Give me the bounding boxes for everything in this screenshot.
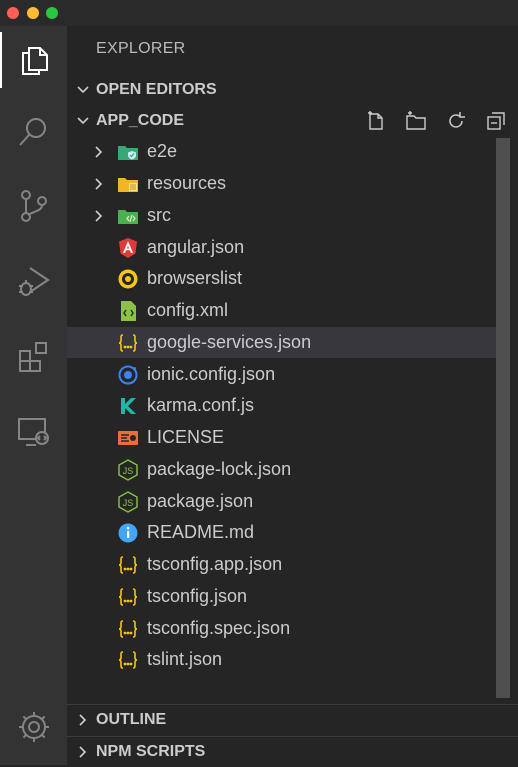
tree-item-label: ionic.config.json: [147, 364, 276, 384]
json-icon: [117, 332, 139, 354]
refresh-icon[interactable]: [444, 109, 468, 133]
svg-text:JS: JS: [123, 466, 134, 476]
tree-item-label: browserslist: [147, 268, 243, 288]
chevron-down-icon: [73, 80, 93, 100]
files-icon: [21, 47, 48, 75]
activity-manage[interactable]: [0, 699, 67, 755]
activity-search[interactable]: [0, 104, 67, 160]
tree-item-package-lock-json[interactable]: JS package-lock.json: [67, 454, 496, 485]
angular-icon: [117, 237, 139, 259]
search-icon: [18, 118, 46, 146]
zoom-window-button[interactable]: [46, 7, 58, 19]
tree-item-google-services-json[interactable]: google-services.json: [67, 327, 496, 358]
tree-item-label: README.md: [147, 522, 255, 542]
tree-scrollbar[interactable]: [496, 138, 510, 698]
folder-e2e-icon: [117, 141, 139, 163]
tree-item-license[interactable]: LICENSE: [67, 422, 496, 453]
remote-explorer-icon: [17, 418, 49, 446]
tree-item-resources[interactable]: resources: [67, 168, 496, 199]
workspace-actions: [364, 109, 508, 133]
tree-item-label: LICENSE: [147, 427, 225, 447]
collapse-all-icon[interactable]: [484, 109, 508, 133]
chevron-right-icon: [73, 710, 93, 730]
tree-item-label: karma.conf.js: [147, 395, 255, 415]
npm-scripts-header[interactable]: NPM SCRIPTS: [67, 736, 518, 767]
tree-item-readme-md[interactable]: README.md: [67, 517, 496, 548]
tree-item-e2e[interactable]: e2e: [67, 136, 496, 167]
tree-item-label: config.xml: [147, 300, 229, 320]
workspace-header[interactable]: APP_CODE: [67, 106, 518, 136]
minimize-window-button[interactable]: [27, 7, 39, 19]
nodejs-icon: JS: [117, 490, 139, 513]
json-icon: [117, 618, 139, 640]
tree-item-label: google-services.json: [147, 332, 312, 352]
run-debug-icon: [18, 267, 50, 296]
open-editors-label: OPEN EDITORS: [96, 81, 217, 98]
tree-item-label: tslint.json: [147, 649, 223, 669]
browserslist-icon: [117, 268, 139, 290]
tree-item-label: tsconfig.json: [147, 586, 248, 606]
karma-icon: [117, 395, 139, 417]
nodejs-icon: JS: [117, 458, 139, 481]
folder-src-icon: [117, 205, 139, 227]
outline-label: OUTLINE: [96, 711, 167, 728]
gear-icon: [18, 712, 49, 742]
outline-header[interactable]: OUTLINE: [67, 704, 518, 735]
new-folder-icon[interactable]: [404, 109, 428, 133]
chevron-right-icon: [73, 742, 93, 762]
chevron-right-icon: [91, 176, 107, 192]
workspace-label: APP_CODE: [96, 112, 185, 129]
activity-extensions[interactable]: [0, 329, 67, 385]
chevron-down-icon: [73, 111, 93, 131]
new-file-icon[interactable]: [364, 109, 388, 133]
source-control-icon: [20, 190, 47, 222]
tree-item-tslint-json[interactable]: tslint.json: [67, 644, 496, 675]
npm-scripts-label: NPM SCRIPTS: [96, 743, 206, 760]
tree-item-label: tsconfig.app.json: [147, 554, 283, 574]
activity-remote-explorer[interactable]: [0, 404, 67, 460]
tree-item-label: package-lock.json: [147, 459, 292, 479]
folder-resources-icon: [117, 173, 139, 195]
activity-bar: [0, 26, 67, 765]
activity-source-control[interactable]: [0, 178, 67, 234]
tree-item-tsconfig-spec-json[interactable]: tsconfig.spec.json: [67, 613, 496, 644]
tree-item-ionic-config-json[interactable]: ionic.config.json: [67, 359, 496, 390]
svg-text:JS: JS: [123, 498, 134, 508]
tree-item-label: angular.json: [147, 237, 245, 257]
tree-item-label: package.json: [147, 491, 254, 511]
tree-item-label: tsconfig.spec.json: [147, 618, 291, 638]
title-bar: [0, 0, 518, 26]
close-window-button[interactable]: [7, 7, 19, 19]
tree-item-tsconfig-json[interactable]: tsconfig.json: [67, 581, 496, 612]
license-icon: [117, 427, 139, 449]
json-icon: [117, 586, 139, 608]
activity-explorer[interactable]: [0, 32, 67, 88]
tree-item-package-json[interactable]: JS package.json: [67, 486, 496, 517]
json-icon: [117, 554, 139, 576]
chevron-right-icon: [91, 208, 107, 224]
xml-icon: [117, 300, 139, 322]
chevron-right-icon: [91, 144, 107, 160]
tree-item-src[interactable]: src: [67, 200, 496, 231]
tree-item-tsconfig-app-json[interactable]: tsconfig.app.json: [67, 549, 496, 580]
info-icon: [117, 522, 139, 544]
tree-item-label: src: [147, 205, 171, 225]
sidebar-title: EXPLORER: [96, 40, 186, 57]
file-tree: e2e resources src angular.json browsersl…: [67, 136, 518, 700]
ionic-icon: [117, 364, 139, 386]
tree-item-label: resources: [147, 173, 227, 193]
tree-item-angular-json[interactable]: angular.json: [67, 232, 496, 263]
tree-item-config-xml[interactable]: config.xml: [67, 295, 496, 326]
activity-run-debug[interactable]: [0, 254, 67, 310]
explorer-sidebar: EXPLORER OPEN EDITORS APP_CODE e2e resou…: [67, 26, 518, 765]
json-icon: [117, 649, 139, 671]
extensions-icon: [18, 342, 47, 372]
open-editors-header[interactable]: OPEN EDITORS: [67, 75, 518, 105]
tree-item-browserslist[interactable]: browserslist: [67, 263, 496, 294]
tree-item-karma-conf-js[interactable]: karma.conf.js: [67, 390, 496, 421]
tree-item-label: e2e: [147, 141, 178, 161]
